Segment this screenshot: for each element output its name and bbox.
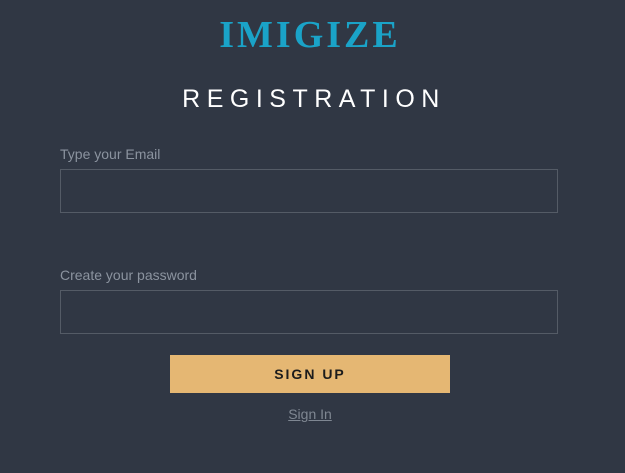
brand-logo: IMIGIZE <box>219 14 401 56</box>
password-label: Create your password <box>60 267 197 283</box>
sign-up-button[interactable]: SIGN UP <box>170 355 450 393</box>
email-field[interactable] <box>60 169 558 213</box>
sign-in-link[interactable]: Sign In <box>288 406 332 422</box>
password-field[interactable] <box>60 290 558 334</box>
email-label: Type your Email <box>60 146 161 162</box>
page-title: REGISTRATION <box>182 85 446 113</box>
sign-in-container: Sign In <box>0 406 620 422</box>
